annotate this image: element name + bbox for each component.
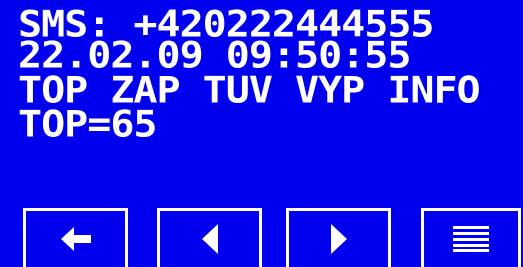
- triangle-right-icon: [330, 224, 347, 254]
- datetime-line: 22.02.09 09:50:55: [18, 34, 411, 77]
- next-button[interactable]: [286, 208, 391, 267]
- back-button[interactable]: [23, 208, 128, 267]
- status-value-line: TOP=65: [18, 103, 157, 146]
- menu-lines-icon: [453, 226, 489, 252]
- arrow-left-icon: [60, 227, 91, 251]
- triangle-left-icon: [201, 224, 218, 254]
- menu-button[interactable]: [421, 208, 521, 267]
- lcd-screen: SMS: +420222444555 22.02.09 09:50:55 TOP…: [0, 0, 523, 267]
- previous-button[interactable]: [157, 208, 262, 267]
- command-list-line: TOP ZAP TUV VYP INFO: [18, 69, 481, 112]
